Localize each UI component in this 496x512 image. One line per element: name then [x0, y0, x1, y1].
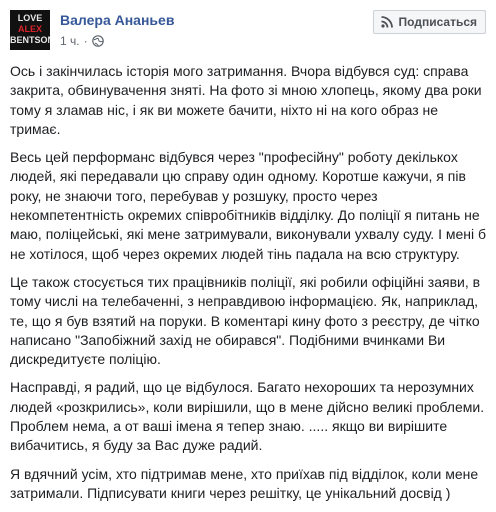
post-meta: 1 ч. ·: [60, 34, 104, 48]
avatar-text-line: LOVE: [17, 13, 43, 23]
meta-separator: ·: [83, 34, 88, 48]
post-paragraph: Ось і закінчилась історія мого затриманн…: [10, 63, 482, 137]
post-paragraph: Весь цей перформанс відбувся через "проф…: [10, 149, 487, 262]
post-timestamp[interactable]: 1 ч.: [60, 34, 80, 48]
post-paragraph: Я вдячний усім, хто підтримав мене, хто …: [10, 465, 479, 501]
facebook-post: LOVE ALEX BENTSON Валера Ананьев 1 ч. · …: [0, 0, 496, 501]
post-content: Ось і закінчилась історія мого затриманн…: [10, 62, 488, 512]
avatar[interactable]: LOVE ALEX BENTSON: [10, 10, 50, 50]
subscribe-label: Подписаться: [398, 15, 477, 29]
globe-icon[interactable]: [91, 35, 104, 47]
post-header: LOVE ALEX BENTSON Валера Ананьев 1 ч. · …: [10, 10, 486, 54]
rss-icon: [380, 16, 393, 28]
subscribe-button[interactable]: Подписаться: [372, 10, 486, 34]
avatar-text-line: ALEX: [17, 24, 42, 34]
post-paragraph: Це також стосується тих працівників полі…: [10, 273, 481, 368]
author-name[interactable]: Валера Ананьев: [60, 12, 174, 28]
post-paragraph: Насправді, я радий, що це відбулося. Баг…: [10, 379, 485, 454]
avatar-text-line: BENTSON: [10, 35, 50, 45]
